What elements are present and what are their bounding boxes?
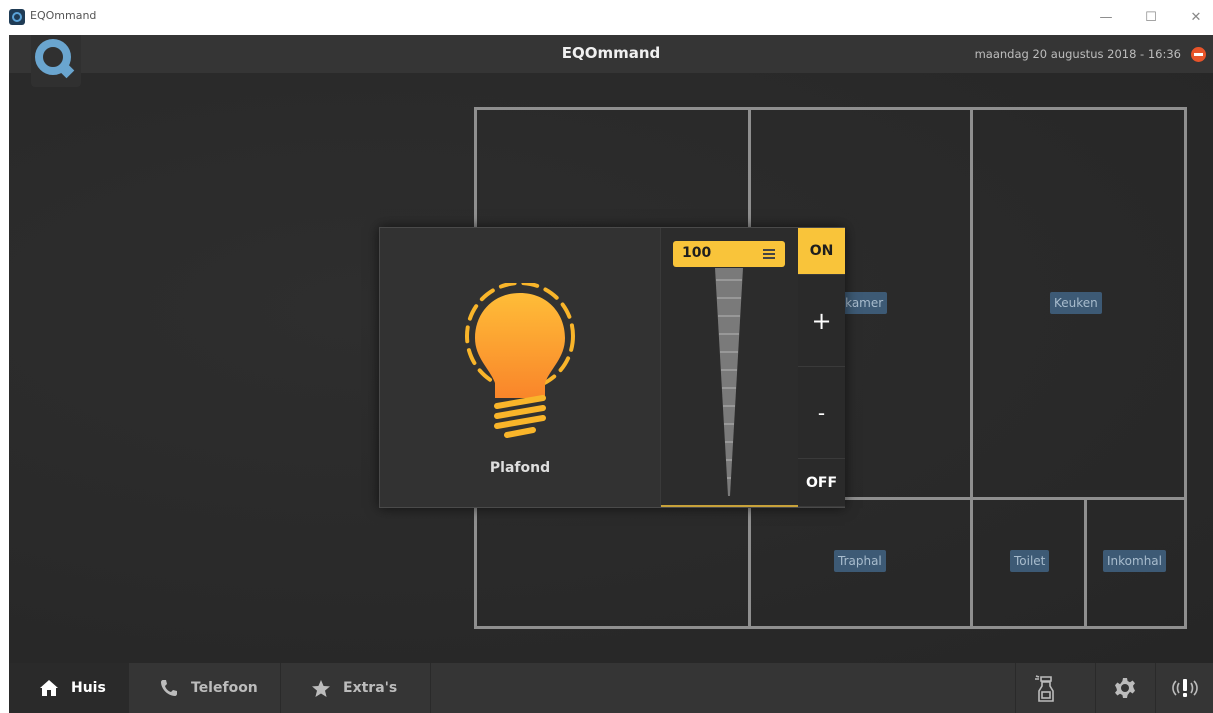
menu-icon[interactable] [763,249,775,259]
dimmer-wedge[interactable] [713,268,745,498]
light-toggle-panel[interactable]: Plafond [380,228,660,507]
alarm-button[interactable] [1155,663,1213,713]
window-left-edge [0,35,9,713]
dim-value-badge[interactable]: 100 [673,241,785,267]
room-label-keuken[interactable]: Keuken [1050,292,1102,314]
room-label-traphal[interactable]: Traphal [834,550,886,572]
window-titlebar: EQOmmand — ☐ ✕ [0,0,1213,35]
cleaning-button[interactable] [1015,663,1073,713]
decrease-button[interactable]: - [798,367,845,459]
light-control-buttons: ON + - OFF [798,228,845,507]
alarm-icon [1171,679,1198,697]
room-label-toilet[interactable]: Toilet [1010,550,1050,572]
increase-button[interactable]: + [798,275,845,367]
room-left-bottom[interactable] [474,497,751,629]
maximize-button[interactable]: ☐ [1136,8,1166,28]
spray-bottle-icon [1034,675,1054,702]
dim-value: 100 [682,245,712,261]
star-icon [312,679,330,697]
device-name: Plafond [489,460,551,476]
app-icon [9,9,25,25]
dimmer-slider[interactable]: 100 [660,228,799,507]
tab-extras-label: Extra's [343,680,398,696]
light-control-popup: Plafond 100 ON + - OFF [379,227,845,508]
light-bulb-icon[interactable] [450,281,590,443]
tab-telefoon-label: Telefoon [191,680,258,696]
app-header: EQOmmand maandag 20 augustus 2018 - 16:3… [9,35,1213,73]
minimize-button[interactable]: — [1091,8,1121,28]
slider-level-line [661,505,799,507]
tab-huis[interactable]: Huis [9,663,129,713]
room-label-inkomhal[interactable]: Inkomhal [1103,550,1166,572]
logo [31,35,81,87]
on-button[interactable]: ON [798,228,845,275]
off-button[interactable]: OFF [798,459,845,507]
window-title: EQOmmand [30,9,97,22]
settings-button[interactable] [1095,663,1153,713]
tab-telefoon[interactable]: Telefoon [129,663,281,713]
gear-icon [1114,678,1135,698]
tab-extras[interactable]: Extra's [281,663,431,713]
home-icon [40,680,58,696]
close-button[interactable]: ✕ [1181,8,1211,28]
phone-icon [161,680,177,696]
tab-huis-label: Huis [71,680,106,696]
datetime-display: maandag 20 augustus 2018 - 16:36 [974,47,1181,61]
bottom-nav-bar: Huis Telefoon Extra's [9,663,1213,713]
logout-icon[interactable] [1191,47,1206,62]
